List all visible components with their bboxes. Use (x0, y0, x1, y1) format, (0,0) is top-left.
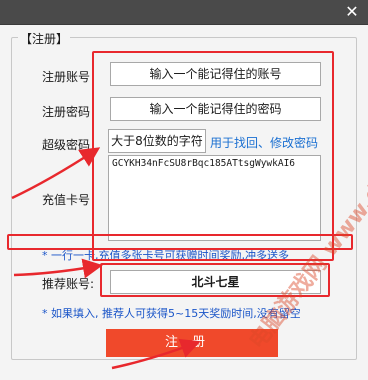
register-button[interactable]: 注册 (106, 329, 278, 357)
dialog-body: 【注册】 注册账号 输入一个能记得住的账号 注册密码 输入一个能记得住的密码 超… (0, 25, 368, 380)
superpass-label: 超级密码 (42, 138, 91, 152)
referrer-input[interactable]: 北斗七星 (110, 270, 321, 294)
account-label: 注册账号 (42, 70, 91, 84)
password-label: 注册密码 (42, 105, 91, 119)
password-input[interactable]: 输入一个能记得住的密码 (110, 97, 321, 121)
title-bar: ✕ (0, 0, 368, 25)
superpass-input[interactable]: 大于8位数的字符 (108, 129, 206, 153)
card-hint: * 一行一卡,充值多张卡号可获赠时间奖励,冲多送多 (42, 249, 289, 262)
group-title: 【注册】 (18, 30, 71, 47)
superpass-help-link[interactable]: 用于找回、修改密码 (210, 134, 318, 151)
referrer-hint: * 如果填入, 推荐人可获得5~15天奖励时间,没有留空 (42, 307, 301, 320)
referrer-label: 推荐账号: (42, 277, 95, 291)
account-input[interactable]: 输入一个能记得住的账号 (110, 62, 321, 86)
card-textarea[interactable]: GCYKH34nFcSU8rBqc185ATtsgWywkAI6 (108, 155, 321, 241)
close-icon[interactable]: ✕ (342, 2, 362, 22)
card-label: 充值卡号 (42, 193, 91, 207)
